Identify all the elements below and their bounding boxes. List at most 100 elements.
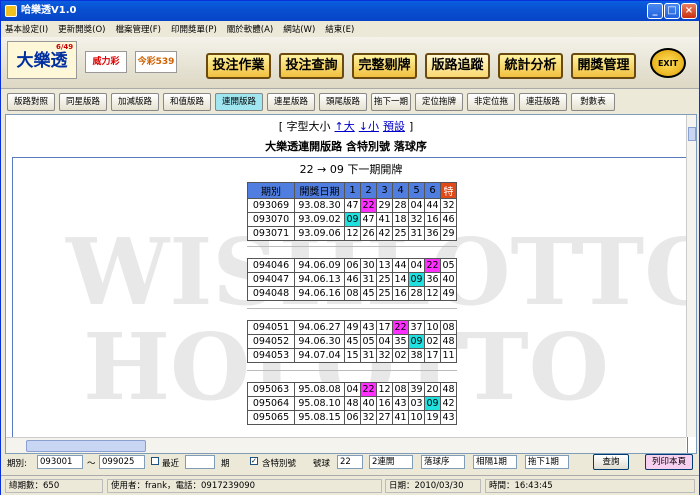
header-n5: 5 — [408, 182, 425, 199]
maximize-icon[interactable]: □ — [664, 3, 680, 19]
close-icon[interactable]: × — [681, 3, 697, 19]
number-cell: 43 — [392, 396, 409, 411]
lotto-logo[interactable]: 大樂透 6/49 — [7, 41, 77, 79]
number-cell: 15 — [344, 348, 361, 363]
span-select[interactable]: 相隔1期 — [473, 455, 517, 469]
menu-update-draw[interactable]: 更新開獎(O) — [58, 23, 105, 35]
app-window: 哈樂透V1.0 _ □ × 基本設定(I) 更新開獎(O) 檔案管理(F) 印開… — [0, 0, 700, 495]
menu-print-results[interactable]: 印開獎單(P) — [171, 23, 217, 35]
menu-basic-settings[interactable]: 基本設定(I) — [5, 23, 48, 35]
number-cell: 12 — [424, 286, 441, 301]
period-from-select[interactable]: 093001 — [37, 455, 83, 469]
path-tabs: 版路對照 同星版路 加減版路 和值版路 連開版路 連星版路 頭尾版路 拖下一期 … — [1, 90, 699, 112]
table-row: 093069 93.08.30 47 22 29 28 04 44 32 — [247, 198, 457, 213]
tab-path-compare[interactable]: 版路對照 — [7, 93, 55, 111]
font-size-label: [ 字型大小 — [278, 120, 331, 133]
period-cell: 095064 — [247, 396, 295, 411]
number-cell: 28 — [392, 198, 409, 213]
tab-positional-drag[interactable]: 定位拖牌 — [415, 93, 463, 111]
tab-sum-value[interactable]: 和值版路 — [163, 93, 211, 111]
exit-button[interactable]: EXIT — [650, 48, 686, 78]
number-cell: 09 — [408, 334, 425, 349]
statistics-button[interactable]: 統計分析 — [498, 53, 563, 79]
header-period: 期別 — [247, 182, 295, 199]
number-cell: 12 — [376, 382, 393, 397]
font-default-link[interactable]: 預設 — [383, 120, 405, 133]
period-cell: 094048 — [247, 286, 295, 301]
special-cell: 48 — [440, 334, 457, 349]
table-row: 094047 94.06.13 46 31 25 14 09 36 40 — [247, 272, 457, 287]
drag-select[interactable]: 拖下1期 — [525, 455, 569, 469]
number-cell: 09 — [344, 212, 361, 227]
special-cell: 40 — [440, 272, 457, 287]
number-cell: 32 — [408, 212, 425, 227]
number-cell: 43 — [360, 320, 377, 335]
report-subtitle: 22 → 09 下一期開牌 — [299, 163, 403, 176]
tab-head-tail[interactable]: 頭尾版路 — [319, 93, 367, 111]
number-cell: 41 — [392, 410, 409, 425]
tab-plus-minus[interactable]: 加減版路 — [111, 93, 159, 111]
results-table: 095063 95.08.08 04 22 12 08 39 20 48 095064 95.08… — [247, 382, 457, 425]
vertical-scrollbar[interactable] — [686, 115, 696, 437]
ball-select[interactable]: 22 — [337, 455, 363, 469]
number-cell: 04 — [344, 382, 361, 397]
date-cell: 94.06.30 — [294, 334, 345, 349]
period-cell: 093069 — [247, 198, 295, 213]
menu-exit[interactable]: 結束(E) — [325, 23, 354, 35]
include-special-checkbox[interactable]: ✓ — [250, 457, 258, 465]
recent-checkbox[interactable] — [151, 457, 159, 465]
user-info: 使用者：frank，電話：0917239090 — [107, 479, 382, 493]
bet-query-button[interactable]: 投注查詢 — [279, 53, 344, 79]
horizontal-scrollbar[interactable] — [6, 437, 686, 453]
scroll-thumb[interactable] — [26, 440, 146, 452]
number-cell: 29 — [376, 198, 393, 213]
daily-539-logo[interactable]: 今彩539 — [135, 51, 177, 73]
full-elimination-button[interactable]: 完整剔牌 — [352, 53, 417, 79]
tab-drag-next[interactable]: 拖下一期 — [371, 93, 411, 111]
table-row: 094046 94.06.09 06 30 13 44 04 22 05 — [247, 258, 457, 273]
date-cell: 95.08.10 — [294, 396, 345, 411]
status-date: 日期：2010/03/30 — [385, 479, 481, 493]
number-cell: 06 — [344, 410, 361, 425]
mode-select[interactable]: 2連開 — [369, 455, 413, 469]
betting-button[interactable]: 投注作業 — [206, 53, 271, 79]
path-tracking-button[interactable]: 版路追蹤 — [425, 53, 490, 79]
draw-management-button[interactable]: 開獎管理 — [571, 53, 636, 79]
query-button[interactable]: 查詢 — [593, 454, 629, 470]
date-cell: 95.08.08 — [294, 382, 345, 397]
menu-about[interactable]: 關於軟體(A) — [227, 23, 273, 35]
tab-nonpositional-drag[interactable]: 非定位拖 — [467, 93, 515, 111]
tab-pair-table[interactable]: 對數表 — [571, 93, 615, 111]
tab-consecutive[interactable]: 連開版路 — [215, 93, 263, 111]
number-cell: 38 — [408, 348, 425, 363]
number-cell: 10 — [424, 320, 441, 335]
header-n6: 6 — [424, 182, 441, 199]
print-page-button[interactable]: 列印本頁 — [645, 454, 693, 470]
order-select[interactable]: 落球序 — [421, 455, 465, 469]
number-cell: 20 — [424, 382, 441, 397]
tab-same-star[interactable]: 同星版路 — [59, 93, 107, 111]
menu-file-management[interactable]: 檔案管理(F) — [115, 23, 161, 35]
font-bigger-link[interactable]: ↑大 — [335, 120, 355, 133]
table-header: 期別 開獎日期 1 2 3 4 5 6 特 — [247, 182, 457, 199]
minimize-icon[interactable]: _ — [647, 3, 663, 19]
period-to-select[interactable]: 099025 — [99, 455, 145, 469]
tab-streak[interactable]: 連莊版路 — [519, 93, 567, 111]
number-cell: 06 — [344, 258, 361, 273]
group-divider — [247, 246, 457, 247]
scroll-thumb[interactable] — [688, 127, 696, 141]
number-cell: 39 — [408, 382, 425, 397]
power-lotto-logo[interactable]: 威力彩 — [85, 51, 127, 73]
special-cell: 48 — [440, 382, 457, 397]
period-cell: 094046 — [247, 258, 295, 273]
tab-linked-star[interactable]: 連星版路 — [267, 93, 315, 111]
period-unit-label: 期 — [221, 459, 230, 469]
date-cell: 94.06.09 — [294, 258, 345, 273]
period-cell: 095065 — [247, 410, 295, 425]
font-smaller-link[interactable]: ↓小 — [359, 120, 379, 133]
number-cell: 41 — [376, 212, 393, 227]
report-view[interactable]: WISHLOTTOHOLOTTO [ 字型大小↑大↓小預設] 大樂透連開版路 含… — [5, 114, 697, 454]
special-cell: 49 — [440, 286, 457, 301]
menu-website[interactable]: 網站(W) — [283, 23, 315, 35]
recent-count-select[interactable] — [185, 455, 215, 469]
